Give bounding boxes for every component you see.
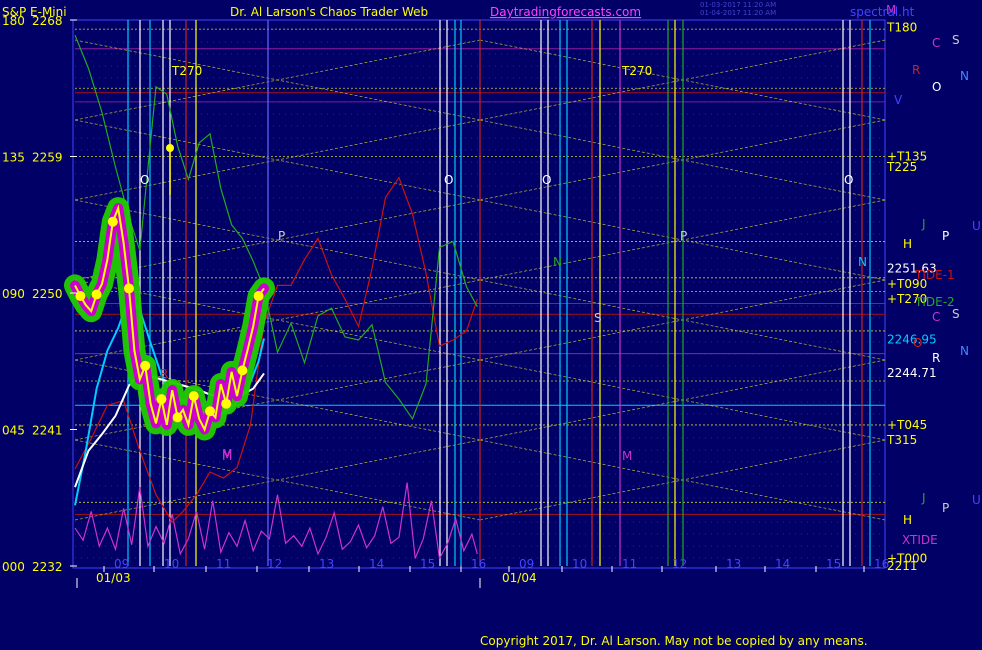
x-hour-tick: 12: [267, 557, 282, 571]
chart-annotation: T270: [171, 64, 202, 78]
right-level-label: 2244.71: [887, 366, 937, 380]
planet-mark: S: [952, 33, 960, 47]
price-point: [91, 289, 102, 300]
x-hour-tick: 13: [319, 557, 334, 571]
planet-mark: O: [913, 336, 922, 350]
chart-annotation: O: [844, 173, 853, 187]
xtide-label: XTIDE: [902, 533, 938, 547]
chart-annotation: O: [542, 173, 551, 187]
planet-mark: O: [932, 80, 941, 94]
price-point: [188, 391, 199, 402]
x-hour-tick: 09: [114, 557, 129, 571]
y-angle-tick: 045: [2, 424, 25, 438]
right-level-label: T180: [886, 21, 917, 35]
price-point: [124, 283, 134, 294]
corner-label: spectral.ht: [850, 5, 915, 19]
y-price-tick: 2232: [32, 560, 63, 574]
planet-mark: N: [960, 344, 969, 358]
price-point: [172, 412, 183, 423]
planet-mark: C: [932, 310, 940, 324]
planet-mark: U: [972, 493, 981, 507]
price-point: [156, 394, 167, 405]
right-level-label: T315: [886, 433, 917, 447]
chart-annotation: N: [553, 255, 562, 269]
site-url-link[interactable]: Daytradingforecasts.com: [490, 5, 641, 19]
price-point: [107, 216, 118, 227]
planet-mark: H: [903, 237, 912, 251]
planet-mark: R: [932, 351, 940, 365]
tide-2-label: TIDE-2: [914, 295, 955, 309]
chart-annotation: M: [222, 449, 232, 463]
x-hour-tick: 13: [726, 557, 741, 571]
x-hour-tick: 15: [826, 557, 841, 571]
y-price-tick: 2241: [32, 424, 63, 438]
price-point: [140, 360, 151, 371]
y-price-tick: 2250: [32, 287, 63, 301]
planet-mark: P: [942, 501, 949, 515]
site-title: Dr. Al Larson's Chaos Trader Web: [230, 5, 428, 19]
planet-mark: N: [960, 69, 969, 83]
x-hour-tick: 11: [216, 557, 231, 571]
right-level-label: 2211: [887, 559, 918, 573]
right-level-label: +T045: [887, 418, 927, 432]
x-hour-tick: 14: [775, 557, 790, 571]
x-hour-tick: 14: [369, 557, 384, 571]
y-angle-tick: 090: [2, 287, 25, 301]
price-point: [253, 291, 264, 302]
planet-mark: P: [942, 229, 949, 243]
planet-mark: J: [921, 491, 926, 505]
planet-mark: U: [972, 219, 981, 233]
planet-mark: R: [912, 63, 920, 77]
chaos-chart: 18013509004500022682259225022412232 09 10 1…: [2, 1, 981, 588]
x-hour-tick: 15: [420, 557, 435, 571]
x-hour-tick: 12: [672, 557, 687, 571]
planet-mark: H: [903, 513, 912, 527]
planet-mark: J: [921, 217, 926, 231]
chart-annotation: R: [160, 367, 168, 381]
chart-annotation: P: [278, 229, 285, 243]
right-level-label: T225: [886, 160, 917, 174]
high-spike-point: [166, 144, 174, 152]
copyright-text: Copyright 2017, Dr. Al Larson. May not b…: [480, 634, 868, 648]
x-hour-tick: 09: [519, 557, 534, 571]
x-hour-tick: 11: [622, 557, 637, 571]
right-level-label: 2246.95: [887, 332, 937, 346]
y-angle-tick: 000: [2, 560, 25, 574]
chart-annotation: O: [444, 173, 453, 187]
chart-annotation: O: [140, 173, 149, 187]
price-point: [237, 365, 248, 376]
x-hour-tick: 10: [164, 557, 179, 571]
x-hour-tick: 10: [572, 557, 587, 571]
y-price-tick: 2259: [32, 151, 63, 165]
timestamp-1: 01-03-2017 11:20 AM: [700, 1, 776, 9]
price-point: [205, 406, 215, 417]
chart-annotation: M: [622, 449, 632, 463]
chart-annotation: T270: [621, 64, 652, 78]
planet-mark: V: [894, 93, 903, 107]
chart-annotation: N: [858, 255, 867, 269]
y-angle-tick: 135: [2, 151, 25, 165]
x-hour-tick: 16: [471, 557, 486, 571]
tide-1-label: TIDE-1: [914, 268, 955, 282]
planet-mark: C: [932, 36, 940, 50]
timestamp-2: 01-04-2017 11:20 AM: [700, 9, 776, 17]
chart-annotation: S: [594, 311, 602, 325]
price-point: [221, 398, 232, 409]
x-date-label: 01/04: [502, 571, 537, 585]
chart-annotation: P: [680, 229, 687, 243]
planet-mark: S: [952, 307, 960, 321]
x-date-label: 01/03: [96, 571, 131, 585]
instrument-title: S&P E-Mini: [2, 5, 67, 19]
